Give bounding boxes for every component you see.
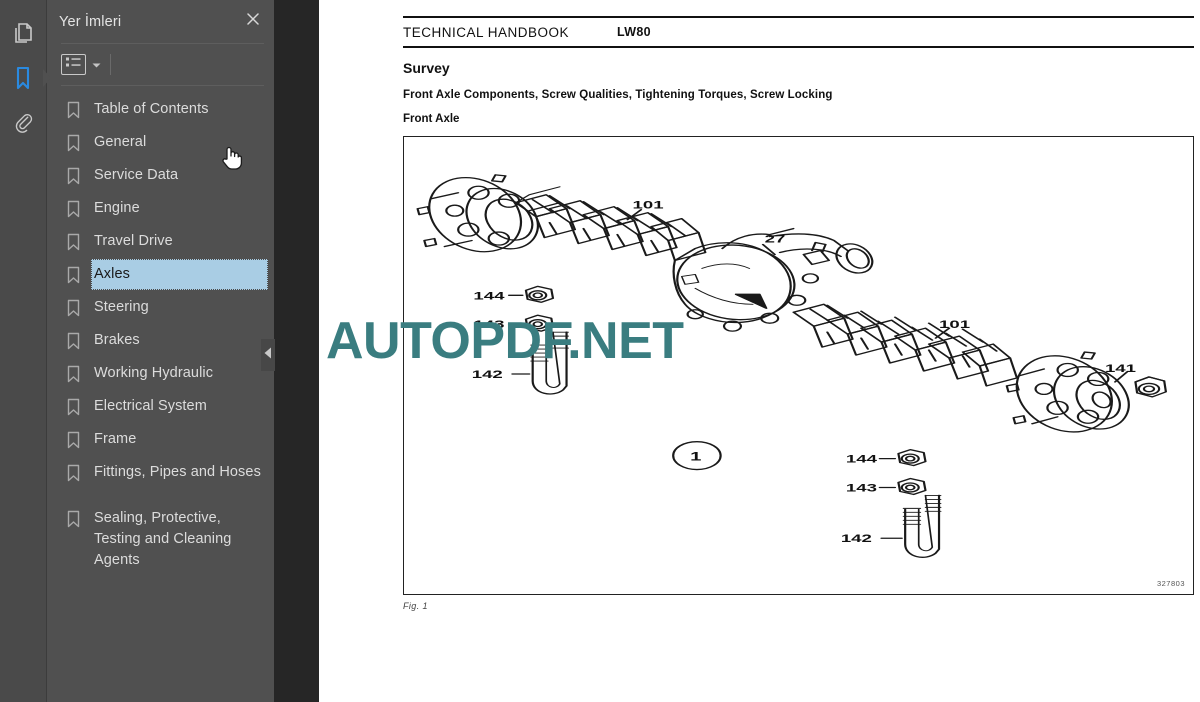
callout-27: 27 <box>765 233 786 245</box>
bookmark-icon <box>65 424 82 456</box>
page-title: Survey <box>403 59 450 76</box>
sidebar-collapse-button[interactable] <box>261 339 275 371</box>
figure-caption: Fig. 1 <box>403 600 428 611</box>
bookmark-icon <box>65 127 82 159</box>
callout-142-top: 142 <box>472 368 503 380</box>
list-view-icon <box>65 56 82 74</box>
callout-143-bottom: 143 <box>846 482 877 494</box>
section-heading: Front Axle <box>403 112 460 125</box>
panel-title: Yer İmleri <box>59 13 122 30</box>
bookmark-icon <box>65 292 82 324</box>
callout-101-right: 101 <box>939 318 971 330</box>
bookmark-icon <box>65 259 82 291</box>
callout-101-left: 101 <box>633 199 665 211</box>
callout-144-top: 144 <box>473 289 505 301</box>
bookmark-item[interactable]: Frame <box>47 424 274 456</box>
callout-144-bottom: 144 <box>846 453 878 465</box>
front-axle-diagram: 101 27 101 141 144 143 142 144 143 142 1 <box>416 173 1168 558</box>
bookmark-item[interactable]: Travel Drive <box>47 226 274 258</box>
figure-frame: 101 27 101 141 144 143 142 144 143 142 1 <box>403 135 1194 595</box>
bookmark-item-label: Brakes <box>94 332 140 348</box>
bookmark-item-label: Travel Drive <box>94 233 173 249</box>
bookmark-item-label: Axles <box>91 259 268 290</box>
chevron-down-icon <box>92 56 101 74</box>
bookmark-icon <box>65 226 82 258</box>
callout-142-bottom: 142 <box>841 532 872 544</box>
bookmarks-panel-header: Yer İmleri <box>47 0 274 43</box>
bookmark-item-label: Sealing, Protective, Testing and Cleanin… <box>94 510 232 568</box>
bookmark-icon <box>65 391 82 423</box>
bookmark-icon <box>65 94 82 126</box>
bookmark-item[interactable]: Engine <box>47 193 274 225</box>
callout-circle-1: 1 <box>690 449 701 463</box>
bookmark-item-label: Frame <box>94 431 137 447</box>
bookmark-item-label: Steering <box>94 299 149 315</box>
paperclip-icon <box>12 110 34 134</box>
bookmark-icon <box>65 193 82 225</box>
figure-id: 327803 <box>1156 578 1185 588</box>
bookmark-item[interactable]: Service Data <box>47 160 274 192</box>
close-icon <box>246 12 260 31</box>
bookmarks-toolbar <box>47 44 274 85</box>
bookmark-item[interactable]: Sealing, Protective, Testing and Cleanin… <box>47 503 274 576</box>
model-label: LW80 <box>617 25 651 39</box>
sidebar-icon-rail <box>0 0 47 702</box>
document-header: TECHNICAL HANDBOOK LW80 <box>403 18 1194 46</box>
collapse-left-icon <box>264 346 272 364</box>
bookmark-icon <box>65 503 82 535</box>
document-viewer[interactable]: TECHNICAL HANDBOOK LW80 Survey Front Axl… <box>274 0 1200 702</box>
list-view-dropdown[interactable] <box>92 56 101 74</box>
bookmark-icon <box>65 457 82 489</box>
bookmark-item-label: Service Data <box>94 167 179 183</box>
bookmark-item-label: General <box>94 134 147 150</box>
bookmark-item-label: Engine <box>94 200 140 216</box>
handbook-label: TECHNICAL HANDBOOK <box>403 24 570 40</box>
bookmark-item-label: Fittings, Pipes and Hoses <box>94 464 261 480</box>
rail-button-bookmarks[interactable] <box>3 56 43 100</box>
bookmark-item[interactable]: Table of Contents <box>47 94 274 126</box>
close-button[interactable] <box>242 11 264 33</box>
header-rule-bottom <box>403 46 1194 48</box>
toolbar-separator <box>110 54 111 75</box>
page-subtitle: Front Axle Components, Screw Qualities, … <box>403 88 833 101</box>
bookmark-icon <box>65 325 82 357</box>
bookmark-item[interactable]: Fittings, Pipes and Hoses <box>47 457 274 489</box>
bookmark-icon <box>65 358 82 390</box>
bookmarks-list: Table of Contents General Service Data Engi… <box>47 86 274 702</box>
bookmark-item[interactable]: Brakes <box>47 325 274 357</box>
bookmarks-panel: Yer İmleri Table of Contents General Ser… <box>47 0 275 702</box>
bookmark-item[interactable]: Electrical System <box>47 391 274 423</box>
bookmark-item[interactable]: Working Hydraulic <box>47 358 274 390</box>
bookmark-item-label: Table of Contents <box>94 101 209 117</box>
bookmark-icon <box>13 65 33 91</box>
bookmark-item[interactable]: Axles <box>47 259 274 291</box>
callout-141: 141 <box>1105 362 1137 374</box>
bookmark-item[interactable]: Steering <box>47 292 274 324</box>
bookmark-item-label: Working Hydraulic <box>94 365 214 381</box>
pages-icon <box>12 22 34 46</box>
pdf-viewer-app: Yer İmleri Table of Contents General Ser… <box>0 0 1200 702</box>
page-content: TECHNICAL HANDBOOK LW80 Survey Front Axl… <box>403 16 1194 702</box>
rail-button-attachments[interactable] <box>3 100 43 144</box>
pdf-page: TECHNICAL HANDBOOK LW80 Survey Front Axl… <box>319 0 1200 702</box>
bookmark-item[interactable]: General <box>47 127 274 159</box>
rail-button-thumbnails[interactable] <box>3 12 43 56</box>
bookmark-icon <box>65 160 82 192</box>
list-view-button[interactable] <box>61 54 86 75</box>
bookmark-item-label: Electrical System <box>94 398 207 414</box>
callout-143-top: 143 <box>473 318 504 330</box>
